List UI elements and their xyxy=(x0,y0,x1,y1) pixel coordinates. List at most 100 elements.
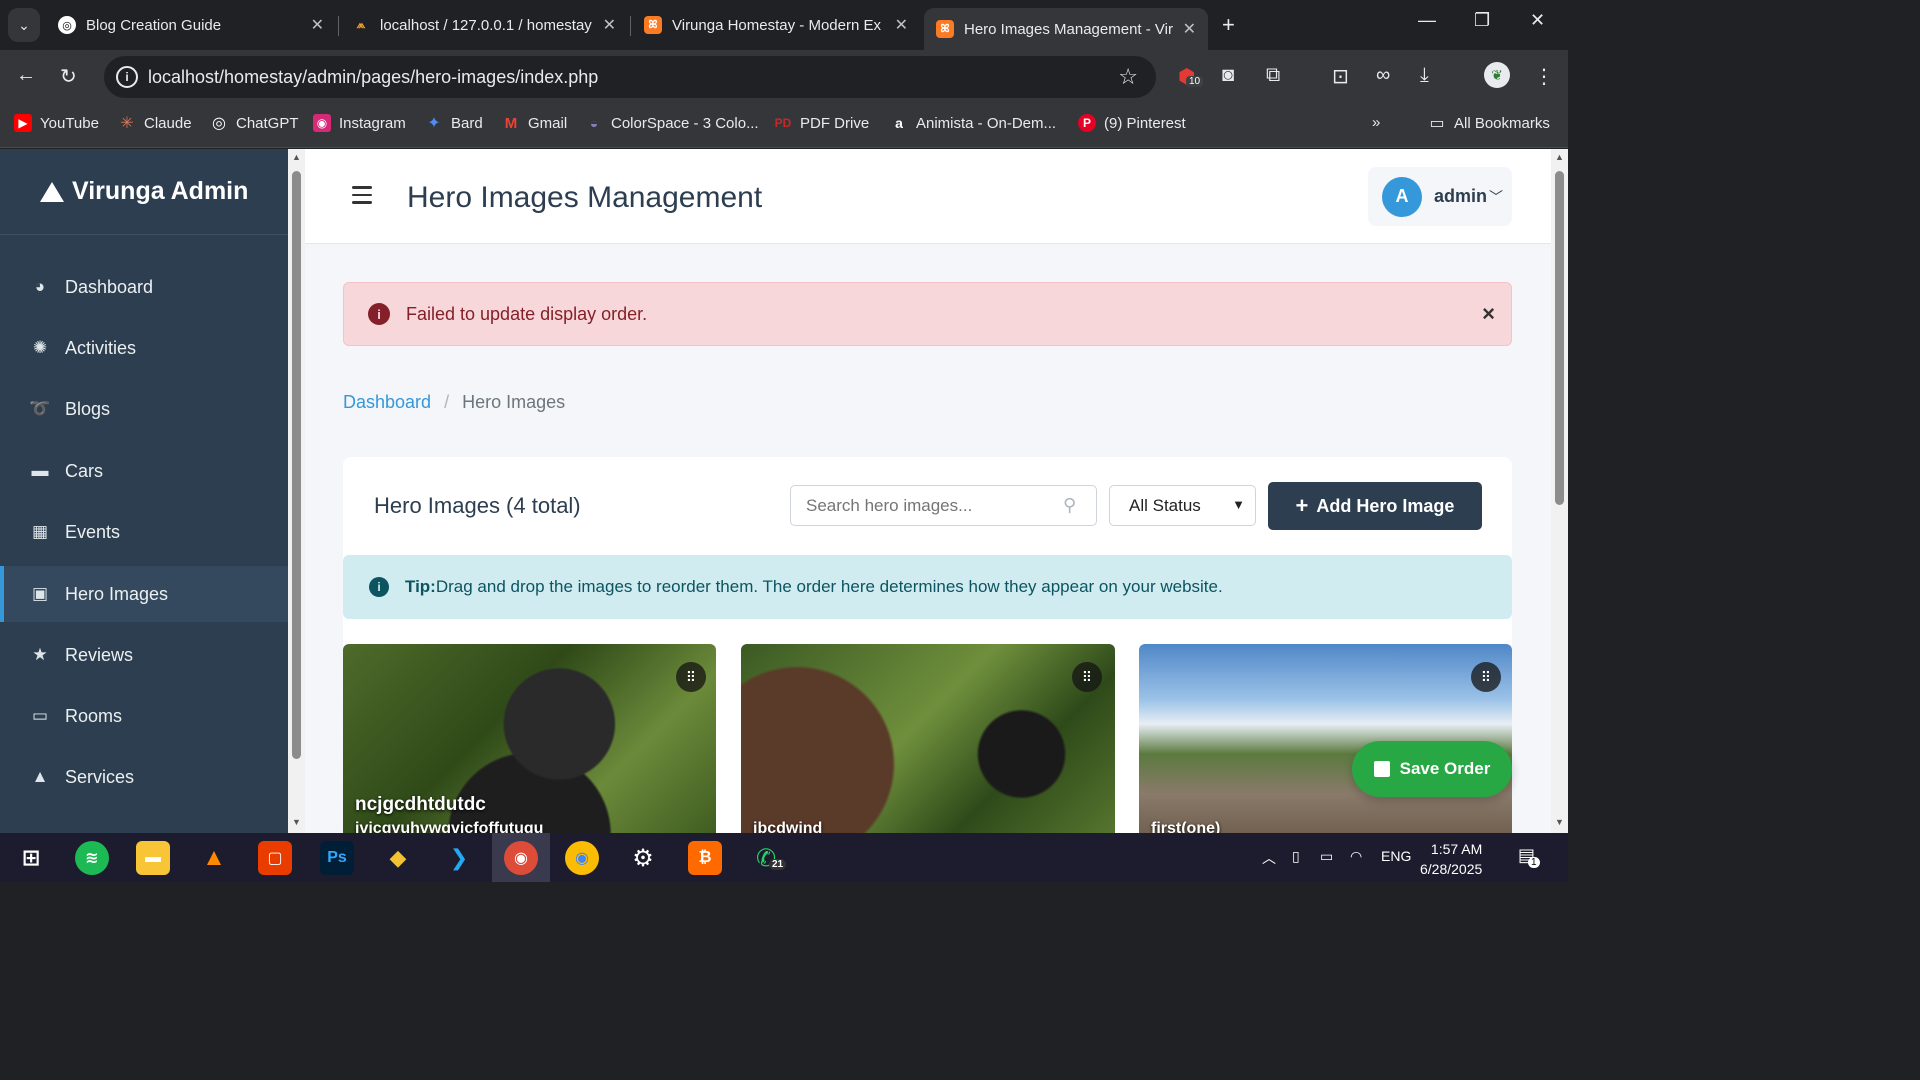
bookmark-label: Gmail xyxy=(528,114,568,132)
save-icon xyxy=(1373,761,1390,777)
battery-icon[interactable]: ▭ xyxy=(1320,848,1333,865)
star-icon: ★ xyxy=(32,645,48,664)
scroll-up-icon[interactable]: ▲ xyxy=(1555,152,1564,162)
address-bar[interactable]: i localhost/homestay/admin/pages/hero-im… xyxy=(104,56,1156,98)
scroll-down-icon[interactable]: ▼ xyxy=(292,817,301,827)
bookmark-label: Claude xyxy=(144,114,192,132)
scroll-down-icon[interactable]: ▼ xyxy=(1555,817,1564,827)
sidebar-item-blogs[interactable]: ➰ Blogs xyxy=(0,381,288,437)
chrome-icon[interactable]: ◉ xyxy=(565,841,599,875)
page-scrollbar[interactable]: ▲ ▼ xyxy=(1551,149,1568,833)
puzzle-icon[interactable]: ⧉ xyxy=(1266,64,1280,87)
site-info-icon[interactable]: i xyxy=(116,66,138,88)
bookmark-claude[interactable]: ✳ Claude xyxy=(118,114,192,133)
more-bookmarks-icon[interactable]: » xyxy=(1372,114,1380,131)
sidebar-item-dashboard[interactable]: ◕ Dashboard xyxy=(0,259,288,315)
minimize-icon[interactable]: — xyxy=(1418,10,1436,31)
sidebar-item-activities[interactable]: ✺ Activities xyxy=(0,320,288,376)
sidebar-item-reviews[interactable]: ★ Reviews xyxy=(0,627,288,683)
tab-phpmyadmin[interactable]: ⩕ localhost / 127.0.0.1 / homestay ✕ xyxy=(340,0,628,50)
vlc-icon[interactable]: ▲ xyxy=(197,841,231,875)
tab-virunga-homestay[interactable]: ꕤ Virunga Homestay - Modern Ex ✕ xyxy=(632,0,920,50)
screenshot-icon[interactable]: ⊡ xyxy=(1332,64,1349,89)
extension-badge: 10 xyxy=(1186,76,1204,87)
device-icon[interactable]: ▯ xyxy=(1292,848,1300,865)
tab-blog-creation-guide[interactable]: ◎ Blog Creation Guide ✕ xyxy=(46,0,336,50)
restore-icon[interactable]: ❐ xyxy=(1474,10,1490,31)
tab-hero-images-management[interactable]: ꕤ Hero Images Management - Vir ✕ xyxy=(924,8,1208,50)
tray-chevron-icon[interactable]: ︿ xyxy=(1262,848,1276,868)
hero-image-card[interactable]: ⠿ ncjgcdhtdutdc jvjcgvuhvwgvjcfoffutugu xyxy=(343,644,716,833)
sidebar-item-events[interactable]: ▦ Events xyxy=(0,504,288,560)
bookmark-pinterest[interactable]: P (9) Pinterest xyxy=(1078,114,1186,132)
breadcrumb: Dashboard / Hero Images xyxy=(343,392,565,413)
hero-image-card[interactable]: ⠿ first(one) xyxy=(1139,644,1512,833)
office-icon[interactable]: ▢ xyxy=(258,841,292,875)
drag-handle-icon[interactable]: ⠿ xyxy=(1471,662,1501,692)
close-icon[interactable]: ✕ xyxy=(603,15,616,35)
extension-icon[interactable]: ⬢10 xyxy=(1178,64,1204,89)
start-icon[interactable]: ⊞ xyxy=(14,841,48,875)
page-scroll-thumb[interactable] xyxy=(1555,171,1564,505)
camera-icon[interactable]: ◙ xyxy=(1222,64,1234,87)
sidebar-scrollbar[interactable]: ▲ ▼ xyxy=(288,149,305,833)
profile-avatar[interactable]: ❦ xyxy=(1484,62,1510,88)
sidebar-item-hero-images[interactable]: ▣ Hero Images xyxy=(0,566,288,622)
close-icon[interactable]: ✕ xyxy=(1183,19,1196,39)
close-icon[interactable]: ✕ xyxy=(311,15,324,35)
user-menu[interactable]: A admin ﹀ xyxy=(1368,167,1512,226)
sidebar-item-cars[interactable]: ▬ Cars xyxy=(0,443,288,499)
sidebar-scroll-thumb[interactable] xyxy=(292,171,301,759)
menu-icon[interactable]: ⋮ xyxy=(1534,64,1554,89)
add-hero-image-button[interactable]: + Add Hero Image xyxy=(1268,482,1482,530)
bookmark-pdf-drive[interactable]: PD PDF Drive xyxy=(774,114,870,132)
brand[interactable]: Virunga Admin xyxy=(0,149,288,235)
status-filter-select[interactable]: All Status ▼ xyxy=(1109,485,1256,526)
reload-icon[interactable]: ↻ xyxy=(60,64,77,89)
sublime-icon[interactable]: ₿ xyxy=(688,841,722,875)
bookmark-animista[interactable]: a Animista - On-Dem... xyxy=(890,114,1056,132)
clock[interactable]: 1:57 AM 6/28/2025 xyxy=(1420,839,1482,879)
tab-search-button[interactable]: ⌄ xyxy=(8,8,40,42)
git-icon[interactable]: ◆ xyxy=(381,841,415,875)
file-explorer-icon[interactable]: ▬ xyxy=(136,841,170,875)
drag-handle-icon[interactable]: ⠿ xyxy=(676,662,706,692)
whatsapp-icon[interactable]: ✆ 21 xyxy=(749,841,787,875)
all-bookmarks[interactable]: ▭ All Bookmarks xyxy=(1428,114,1549,133)
bookmark-bard[interactable]: ✦ Bard xyxy=(425,114,482,133)
hero-image-card[interactable]: ⠿ jbcdwjnd xyxy=(741,644,1115,833)
close-window-icon[interactable]: ✕ xyxy=(1530,10,1545,31)
bookmark-instagram[interactable]: ◉ Instagram xyxy=(313,114,406,132)
pinterest-icon: P xyxy=(1078,114,1096,132)
sidebar-item-services[interactable]: ▲ Services xyxy=(0,749,288,805)
close-icon[interactable]: ✕ xyxy=(895,15,908,35)
windows-taskbar: ⊞ ≋ ▬ ▲ ▢ Ps ◆ ❯ ◉ ◉ ⚙ ₿ ✆ 21 ︿ ▯ ▭ ◠ ENG… xyxy=(0,833,1568,882)
scroll-up-icon[interactable]: ▲ xyxy=(292,152,301,162)
bookmark-chatgpt[interactable]: ◎ ChatGPT xyxy=(210,114,299,133)
bookmark-colorspace[interactable]: ◒ ColorSpace - 3 Colo... xyxy=(585,114,759,132)
drag-handle-icon[interactable]: ⠿ xyxy=(1072,662,1102,692)
download-icon[interactable]: ⤓ xyxy=(1420,64,1429,87)
hamburger-menu-icon[interactable] xyxy=(352,186,372,204)
sidebar-item-rooms[interactable]: ▭ Rooms xyxy=(0,688,288,744)
card-title: Hero Images (4 total) xyxy=(374,493,581,518)
spotify-icon[interactable]: ≋ xyxy=(75,841,109,875)
language-indicator[interactable]: ENG xyxy=(1381,848,1411,864)
bookmark-star-icon[interactable]: ☆ xyxy=(1118,64,1138,90)
new-tab-button[interactable]: + xyxy=(1222,12,1235,38)
link-icon[interactable]: ∞ xyxy=(1376,64,1390,87)
bookmark-gmail[interactable]: M Gmail xyxy=(502,114,567,132)
back-icon[interactable]: ← xyxy=(16,64,36,87)
notification-icon[interactable]: ▤ 1 xyxy=(1518,845,1540,868)
wifi-icon[interactable]: ◠ xyxy=(1350,848,1362,865)
close-icon[interactable]: × xyxy=(1482,301,1495,327)
breadcrumb-dashboard-link[interactable]: Dashboard xyxy=(343,392,431,412)
photoshop-icon[interactable]: Ps xyxy=(320,841,354,875)
vscode-icon[interactable]: ❯ xyxy=(442,841,476,875)
mountain-icon xyxy=(40,181,64,202)
search-input[interactable] xyxy=(790,485,1097,526)
chrome-profile-icon[interactable]: ◉ xyxy=(504,841,538,875)
bookmark-youtube[interactable]: ▶ YouTube xyxy=(14,114,99,132)
save-order-button[interactable]: Save Order xyxy=(1352,741,1512,797)
settings-icon[interactable]: ⚙ xyxy=(626,841,660,875)
